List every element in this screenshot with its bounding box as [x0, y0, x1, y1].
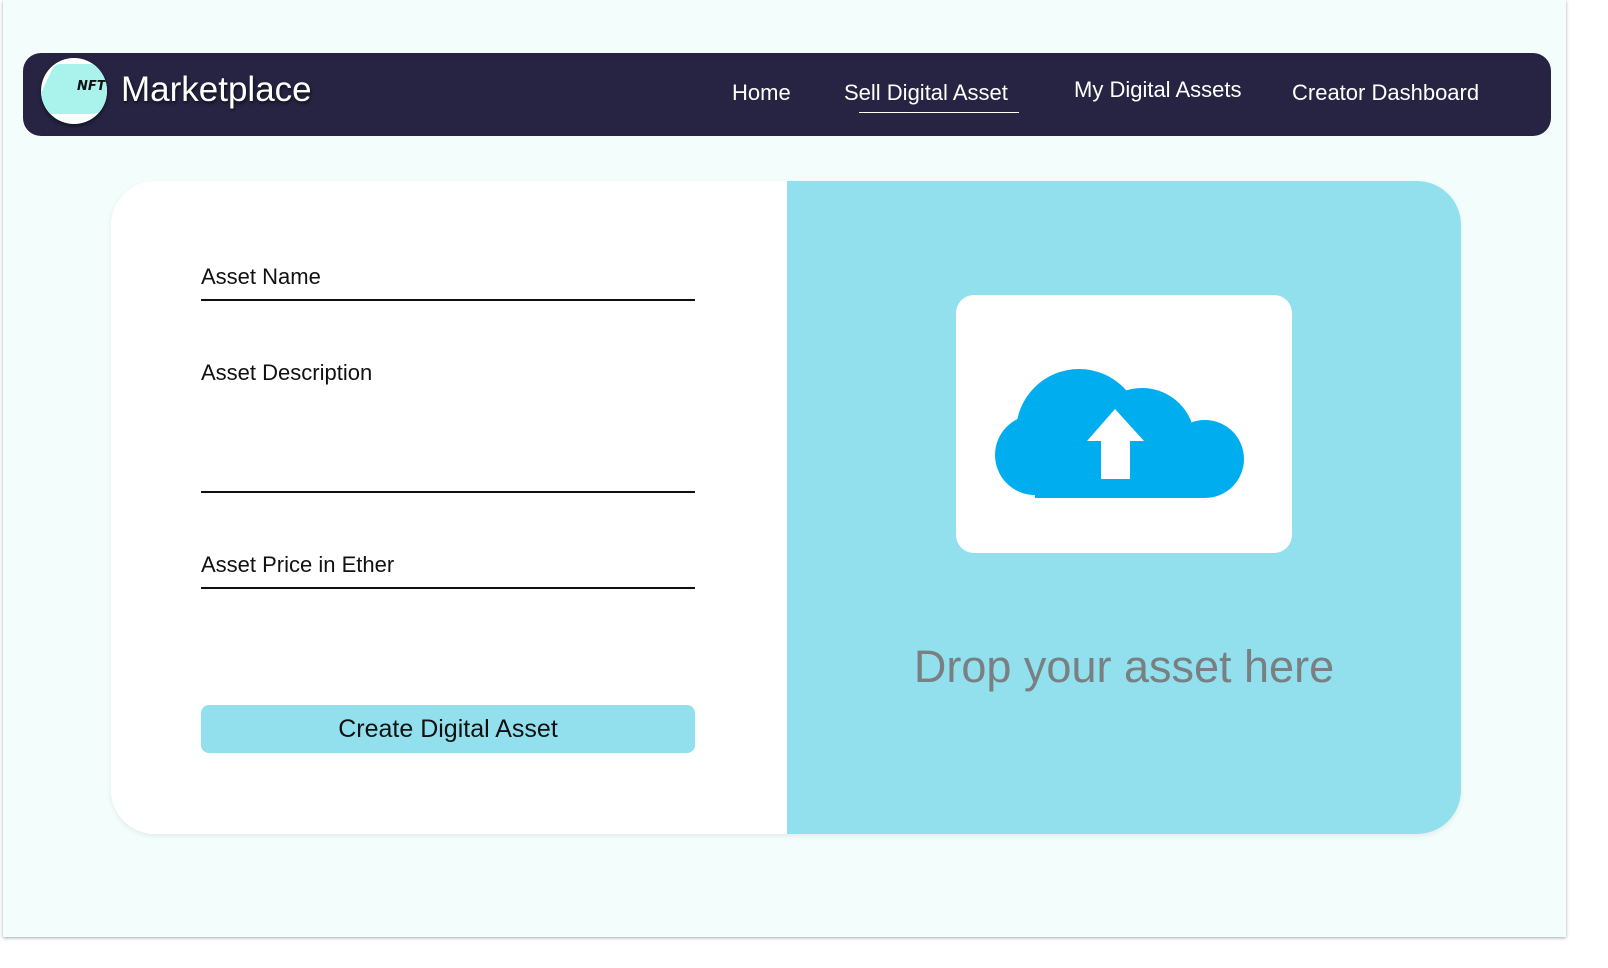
asset-name-underline: [201, 299, 695, 301]
nav-link-sell-digital-asset[interactable]: Sell Digital Asset: [844, 80, 1008, 106]
asset-form: Asset Name Asset Description Asset Price…: [111, 181, 787, 834]
cloud-upload-icon: [995, 369, 1244, 498]
create-digital-asset-button[interactable]: Create Digital Asset: [201, 705, 695, 753]
logo-text: NFT: [77, 79, 106, 94]
nav-link-creator-dashboard[interactable]: Creator Dashboard: [1292, 80, 1479, 106]
active-nav-underline: [859, 112, 1019, 113]
app-frame: NFT Marketplace Home Sell Digital Asset …: [3, 0, 1566, 937]
asset-name-input[interactable]: Asset Name: [201, 264, 321, 290]
asset-description-input[interactable]: Asset Description: [201, 360, 372, 386]
asset-description-underline: [201, 491, 695, 493]
asset-price-underline: [201, 587, 695, 589]
brand-title[interactable]: Marketplace: [121, 70, 312, 110]
nav-link-my-digital-assets[interactable]: My Digital Assets: [1074, 77, 1242, 103]
create-asset-card: Asset Name Asset Description Asset Price…: [111, 181, 1461, 834]
navbar: NFT Marketplace Home Sell Digital Asset …: [23, 53, 1551, 136]
nft-logo[interactable]: NFT: [41, 58, 107, 124]
nav-link-home[interactable]: Home: [732, 80, 791, 106]
asset-dropzone[interactable]: Drop your asset here: [787, 181, 1461, 834]
asset-price-input[interactable]: Asset Price in Ether: [201, 552, 394, 578]
upload-button[interactable]: [956, 295, 1292, 553]
drop-asset-text: Drop your asset here: [913, 641, 1335, 692]
